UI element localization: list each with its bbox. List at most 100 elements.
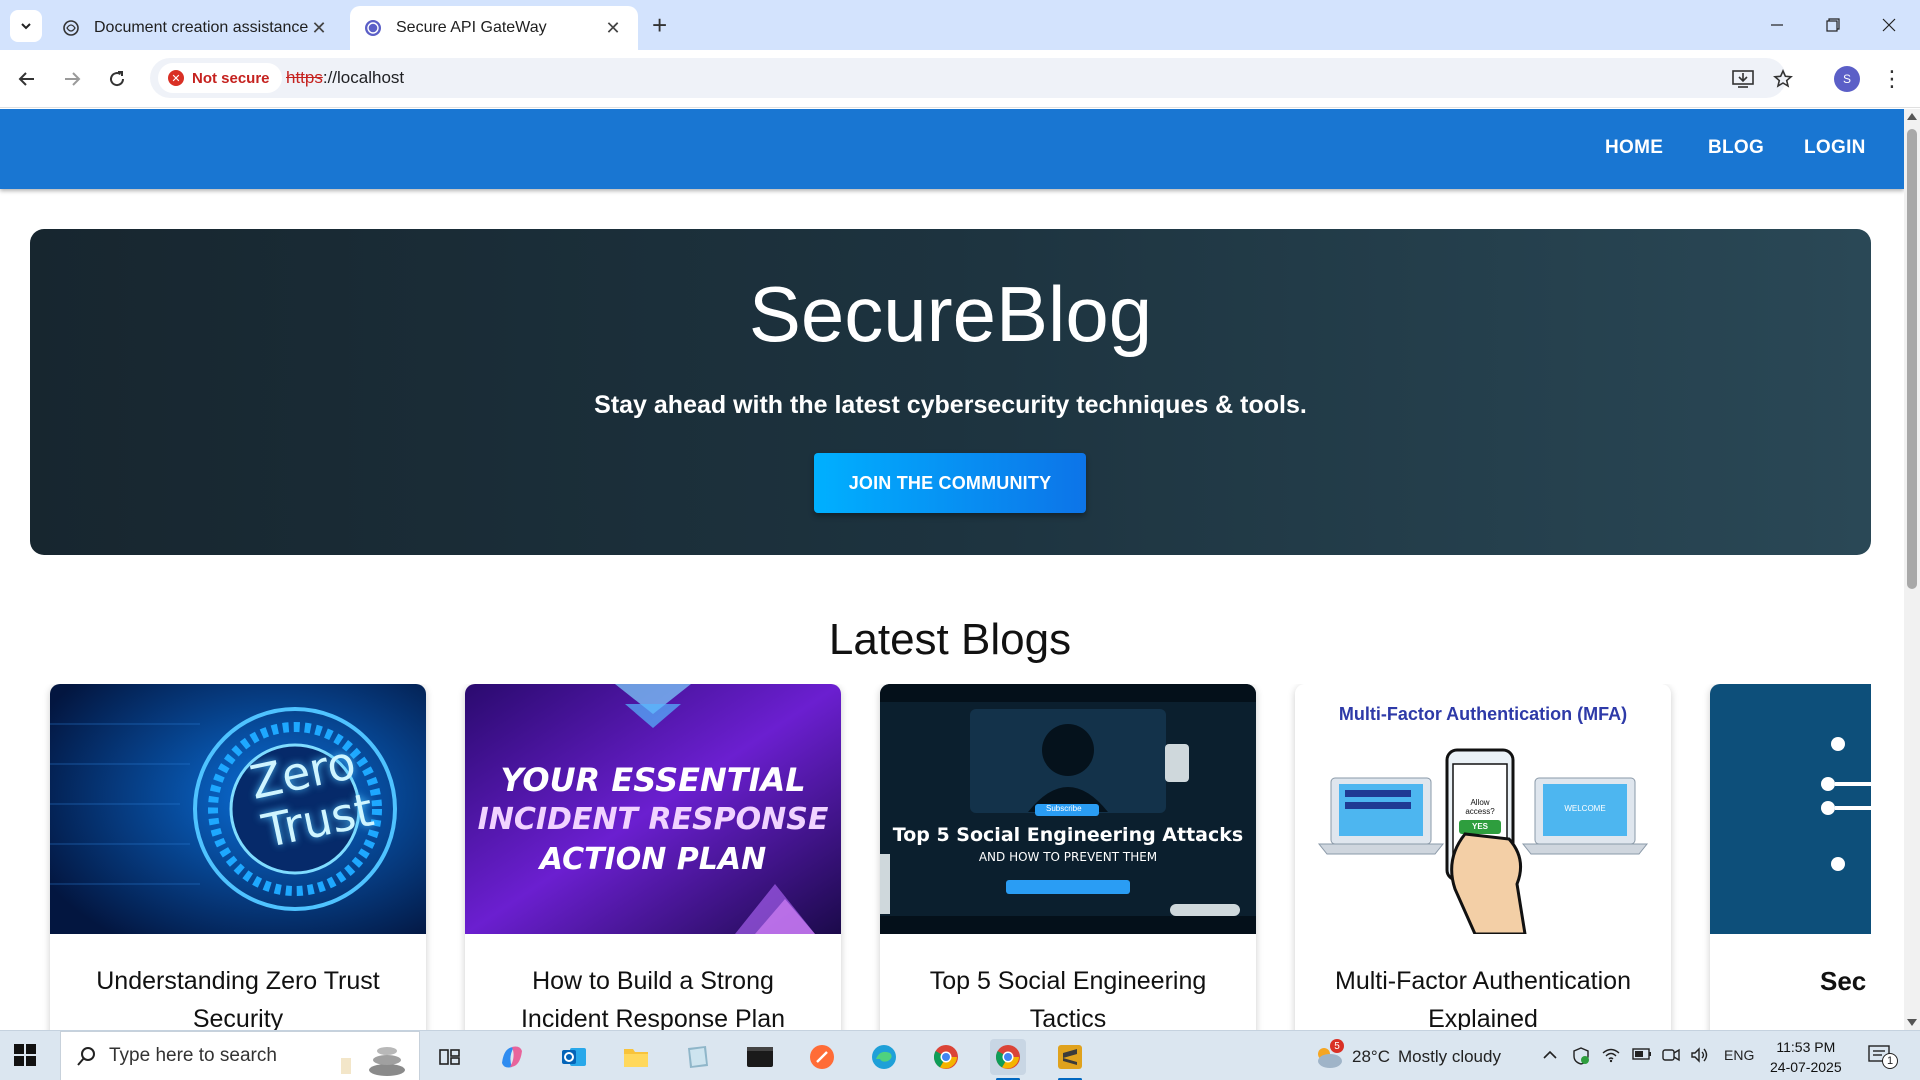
windows-start-icon[interactable]: [14, 1044, 36, 1071]
mfa-thumbnail: Multi-Factor Authentication (MFA) Allow …: [1295, 684, 1671, 934]
tab-document-creation[interactable]: Document creation assistance ✕: [48, 6, 344, 50]
incident-image-text-1: YOUR ESSENTIAL: [500, 761, 806, 799]
mfa-yes-text: YES: [1471, 822, 1488, 831]
tab-secure-api-gateway[interactable]: Secure API GateWay ✕: [350, 6, 638, 50]
partial-thumbnail: [1710, 684, 1871, 934]
restore-icon[interactable]: [1818, 12, 1848, 38]
social-image-text-2: AND HOW TO PREVENT THEM: [978, 850, 1158, 864]
taskbar-search-box[interactable]: Type here to search: [60, 1031, 420, 1080]
mfa-image-title: Multi-Factor Authentication (MFA): [1338, 704, 1628, 724]
bookmark-star-icon[interactable]: [1770, 66, 1796, 92]
close-icon[interactable]: ✕: [308, 18, 330, 39]
meet-now-icon[interactable]: [1662, 1047, 1680, 1067]
notification-count-badge: 1: [1882, 1053, 1898, 1069]
page-viewport: HOME BLOG LOGIN SecureBlog Stay ahead wi…: [0, 109, 1920, 1030]
warning-x-icon: ✕: [168, 70, 184, 86]
taskbar-clock[interactable]: 11:53 PM 24-07-2025: [1770, 1037, 1842, 1077]
sublime-text-icon[interactable]: [1052, 1039, 1088, 1080]
more-menu-icon[interactable]: ⋮: [1880, 64, 1904, 94]
url-text[interactable]: https://localhost: [286, 68, 404, 88]
nav-blog-link[interactable]: BLOG: [1708, 137, 1764, 159]
blog-card-incident-response[interactable]: YOUR ESSENTIAL INCIDENT RESPONSE ACTION …: [465, 684, 841, 1030]
profile-avatar[interactable]: S: [1834, 66, 1860, 92]
notifications-icon[interactable]: 1: [1868, 1045, 1898, 1072]
security-shield-icon[interactable]: [1572, 1047, 1590, 1069]
file-explorer-icon[interactable]: [618, 1039, 654, 1075]
page-scrollbar[interactable]: [1904, 109, 1920, 1030]
weather-widget[interactable]: 5 28°C Mostly cloudy: [1312, 1039, 1501, 1069]
clock-date: 24-07-2025: [1770, 1059, 1842, 1075]
notepad-icon[interactable]: [680, 1039, 716, 1075]
globe-icon: [364, 19, 382, 37]
postman-icon[interactable]: [804, 1039, 840, 1075]
scrollbar-thumb[interactable]: [1907, 129, 1917, 589]
edge-icon[interactable]: [866, 1039, 902, 1075]
social-engineering-thumbnail: Subscribe Top 5 Social Engineering Attac…: [880, 684, 1256, 934]
close-icon[interactable]: ✕: [602, 18, 624, 39]
blog-card-title[interactable]: Sec: [1820, 962, 1871, 1000]
install-app-icon[interactable]: [1730, 66, 1756, 92]
site-navbar: HOME BLOG LOGIN: [0, 109, 1904, 189]
nav-home-link[interactable]: HOME: [1605, 137, 1663, 159]
minimize-icon[interactable]: [1762, 12, 1792, 38]
back-arrow-icon[interactable]: [10, 62, 44, 96]
incident-image-text-2: INCIDENT RESPONSE: [477, 802, 829, 837]
not-secure-chip[interactable]: ✕ Not secure: [158, 63, 282, 93]
forward-arrow-icon[interactable]: [55, 62, 89, 96]
url-host: ://localhost: [322, 68, 405, 87]
blog-card-social-engineering[interactable]: Subscribe Top 5 Social Engineering Attac…: [880, 684, 1256, 1030]
blog-card-title[interactable]: Understanding Zero Trust Security: [70, 962, 406, 1030]
language-indicator[interactable]: ENG: [1724, 1047, 1754, 1063]
clock-time: 11:53 PM: [1776, 1039, 1836, 1055]
tab-search-button[interactable]: [10, 10, 42, 42]
social-image-text-1: Top 5 Social Engineering Attacks: [892, 824, 1244, 846]
browser-toolbar: ✕ Not secure https://localhost S ⋮: [0, 50, 1920, 108]
scroll-up-arrow-icon[interactable]: [1907, 113, 1917, 120]
hero-subtitle: Stay ahead with the latest cybersecurity…: [594, 391, 1307, 419]
mfa-welcome-text: WELCOME: [1564, 804, 1606, 813]
task-view-icon[interactable]: [432, 1039, 468, 1075]
nav-login-link[interactable]: LOGIN: [1804, 137, 1866, 159]
blog-cards-row: Zero Trust Understanding Zero Trust Secu…: [30, 684, 1871, 1030]
hero-banner: SecureBlog Stay ahead with the latest cy…: [30, 229, 1871, 555]
weather-desc: Mostly cloudy: [1397, 1047, 1501, 1066]
zero-trust-thumbnail: Zero Trust: [50, 684, 426, 934]
reload-icon[interactable]: [100, 62, 134, 96]
weather-alert-badge: 5: [1330, 1039, 1344, 1053]
chatgpt-icon: [62, 19, 80, 37]
terminal-icon[interactable]: [742, 1039, 778, 1075]
chrome-active-icon[interactable]: [990, 1039, 1026, 1080]
hero-title: SecureBlog: [748, 270, 1153, 358]
browser-tab-bar: Document creation assistance ✕ Secure AP…: [0, 0, 1920, 50]
windows-taskbar: Type here to search 5 28°C Mostly cloudy…: [0, 1030, 1920, 1080]
blog-card-partial[interactable]: Sec: [1710, 684, 1871, 1030]
chevron-down-icon: [21, 23, 31, 30]
search-highlight-stones-icon: [341, 1047, 405, 1076]
subscribe-image-text: Subscribe: [1046, 804, 1082, 813]
volume-icon[interactable]: [1690, 1047, 1710, 1067]
mfa-allow-access-text: Allow access?: [1465, 798, 1495, 816]
blog-card-title[interactable]: Top 5 Social Engineering Tactics: [900, 962, 1236, 1030]
address-bar[interactable]: ✕ Not secure https://localhost: [150, 58, 1793, 98]
blog-card-mfa[interactable]: Multi-Factor Authentication (MFA) Allow …: [1295, 684, 1671, 1030]
search-icon: [77, 1047, 95, 1066]
latest-blogs-heading: Latest Blogs: [828, 615, 1072, 664]
blog-card-zero-trust[interactable]: Zero Trust Understanding Zero Trust Secu…: [50, 684, 426, 1030]
chrome-icon[interactable]: [928, 1039, 964, 1075]
tab-title: Secure API GateWay: [396, 19, 547, 36]
show-hidden-icons-chevron-icon[interactable]: [1542, 1047, 1558, 1067]
blog-card-title[interactable]: Multi-Factor Authentication Explained: [1315, 962, 1651, 1030]
battery-icon[interactable]: [1632, 1047, 1652, 1065]
scroll-down-arrow-icon[interactable]: [1907, 1019, 1917, 1026]
wifi-icon[interactable]: [1602, 1047, 1620, 1067]
security-label: Not secure: [192, 69, 270, 87]
blog-card-title[interactable]: How to Build a Strong Incident Response …: [485, 962, 821, 1030]
join-community-button[interactable]: JOIN THE COMMUNITY: [814, 453, 1086, 513]
outlook-icon[interactable]: [556, 1039, 592, 1075]
new-tab-plus-icon[interactable]: +: [652, 12, 667, 38]
copilot-icon[interactable]: [494, 1039, 530, 1075]
weather-temp: 28°C: [1352, 1047, 1390, 1066]
close-window-icon[interactable]: [1874, 12, 1904, 38]
tab-title: Document creation assistance: [94, 19, 308, 36]
cloud-sun-icon: 5: [1312, 1039, 1344, 1069]
